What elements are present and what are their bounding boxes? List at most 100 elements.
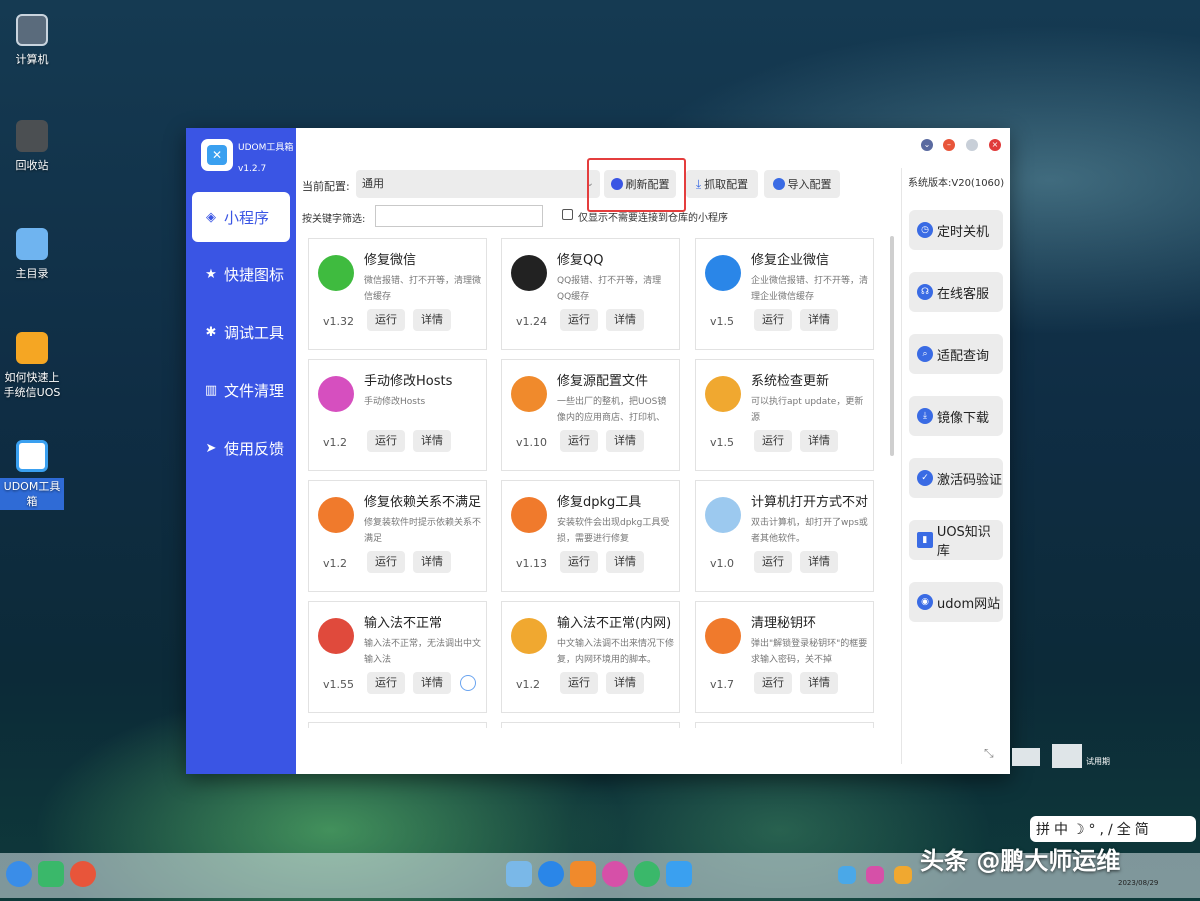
desktop-icon-computer[interactable]: 计算机 xyxy=(0,14,64,67)
resize-grip-icon[interactable]: ⤡ xyxy=(984,746,994,761)
tray-icon[interactable] xyxy=(866,866,884,884)
run-button[interactable]: 运行 xyxy=(367,551,405,573)
show-desktop-icon[interactable] xyxy=(70,861,96,887)
nav-item-debug[interactable]: ✱ 调试工具 xyxy=(192,307,290,357)
detail-button[interactable]: 详情 xyxy=(413,430,451,452)
detail-button[interactable]: 详情 xyxy=(413,551,451,573)
background-window-fragment xyxy=(1012,748,1040,766)
settings-icon[interactable] xyxy=(602,861,628,887)
compat-query-label: 适配查询 xyxy=(937,348,990,364)
applet-title: 修复依赖关系不满足 xyxy=(364,495,482,510)
detail-button[interactable]: 详情 xyxy=(800,551,838,573)
desktop-icon-home[interactable]: 主目录 xyxy=(0,228,64,281)
menu-button[interactable]: ⌄ xyxy=(921,139,933,151)
desktop-icon-label: 计算机 xyxy=(15,53,49,66)
config-select-value: 通用 xyxy=(362,177,384,190)
nav-item-feedback[interactable]: ➤ 使用反馈 xyxy=(192,423,290,473)
browser-icon[interactable] xyxy=(538,861,564,887)
udom-website-button[interactable]: ◉ udom网站 xyxy=(909,582,1003,622)
file-manager-icon[interactable] xyxy=(506,861,532,887)
close-button[interactable]: × xyxy=(989,139,1001,151)
system-version: 系统版本:V20(1060) xyxy=(908,178,1005,189)
run-button[interactable]: 运行 xyxy=(367,309,405,331)
scheduled-shutdown-button[interactable]: ◷ 定时关机 xyxy=(909,210,1003,250)
clock-icon: ◷ xyxy=(917,222,933,238)
applet-description: 修复装软件时提示依赖关系不满足 xyxy=(364,518,482,544)
input-method-bar[interactable]: 拼中☽°,∕全简 xyxy=(1030,816,1196,842)
applet-description: 双击计算机，却打开了wps或者其他软件。 xyxy=(751,518,868,544)
nav-item-shortcuts[interactable]: ★ 快捷图标 xyxy=(192,249,290,299)
run-button[interactable]: 运行 xyxy=(754,430,792,452)
offline-only-label: 仅显示不需要连接到仓库的小程序 xyxy=(578,213,728,224)
applet-title: 输入法不正常(内网) xyxy=(557,616,672,631)
applet-description: 中文输入法调不出来情况下修复，内网环境用的脚本。 xyxy=(557,639,675,665)
desktop-icon-label: 回收站 xyxy=(15,159,49,172)
card-partial xyxy=(308,722,487,728)
desktop-icon-trash[interactable]: 回收站 xyxy=(0,120,64,173)
applet-icon xyxy=(318,376,354,412)
image-download-label: 镜像下载 xyxy=(937,410,990,426)
applet-icon xyxy=(511,255,547,291)
activation-verify-button[interactable]: ✓ 激活码验证 xyxy=(909,458,1003,498)
watermark: 头条 @鹏大师运维 xyxy=(920,847,1121,875)
detail-button[interactable]: 详情 xyxy=(800,309,838,331)
run-button[interactable]: 运行 xyxy=(754,672,792,694)
run-button[interactable]: 运行 xyxy=(367,430,405,452)
detail-button[interactable]: 详情 xyxy=(413,309,451,331)
udom-taskbar-icon[interactable] xyxy=(666,861,692,887)
run-button[interactable]: 运行 xyxy=(754,309,792,331)
run-button[interactable]: 运行 xyxy=(560,672,598,694)
fetch-config-button[interactable]: ⤓ 抓取配置 xyxy=(686,170,758,198)
applet-version: v1.10 xyxy=(516,436,548,449)
nav-item-cleanup[interactable]: ▥ 文件清理 xyxy=(192,365,290,415)
trial-label: 试用期 xyxy=(1086,757,1110,766)
run-button[interactable]: 运行 xyxy=(560,309,598,331)
import-config-button[interactable]: 导入配置 xyxy=(764,170,840,198)
offline-only-checkbox[interactable] xyxy=(562,209,573,220)
detail-button[interactable]: 详情 xyxy=(800,430,838,452)
filter-input[interactable] xyxy=(375,205,543,227)
image-download-button[interactable]: ⤓ 镜像下载 xyxy=(909,396,1003,436)
applet-description: 手动修改Hosts xyxy=(364,397,426,407)
applet-title: 系统检查更新 xyxy=(751,374,830,389)
applet-title: 修复企业微信 xyxy=(751,253,830,268)
desktop-icon-uos-guide[interactable]: 如何快速上手统信UOS xyxy=(0,332,64,400)
book-icon: ▮ xyxy=(917,532,933,548)
config-label: 当前配置: xyxy=(302,180,350,193)
run-button[interactable]: 运行 xyxy=(560,430,598,452)
detail-button[interactable]: 详情 xyxy=(800,672,838,694)
run-button[interactable]: 运行 xyxy=(754,551,792,573)
recycle-icon[interactable] xyxy=(634,861,660,887)
applet-icon xyxy=(318,618,354,654)
detail-button[interactable]: 详情 xyxy=(606,430,644,452)
run-button[interactable]: 运行 xyxy=(367,672,405,694)
sidebar: ✕ UDOM工具箱 v1.2.7 ◈ 小程序 ★ 快捷图标 ✱ 调试工具 ▥ 文… xyxy=(186,128,296,774)
app-store-icon[interactable] xyxy=(570,861,596,887)
udom-website-label: udom网站 xyxy=(937,596,1001,612)
applet-description: 弹出"解锁登录秘钥环"的框要求输入密码，关不掉 xyxy=(751,639,868,665)
online-support-button[interactable]: ☊ 在线客服 xyxy=(909,272,1003,312)
config-select[interactable]: 通用 ⌄ xyxy=(356,170,600,198)
scrollbar[interactable] xyxy=(890,236,894,456)
nav-item-applets[interactable]: ◈ 小程序 xyxy=(192,192,290,242)
run-button[interactable]: 运行 xyxy=(560,551,598,573)
tray-icon[interactable] xyxy=(894,866,912,884)
tray-icon[interactable] xyxy=(838,866,856,884)
applet-card: 修复依赖关系不满足 修复装软件时提示依赖关系不满足 v1.2 运行 详情 xyxy=(308,480,487,592)
panel-divider xyxy=(901,168,902,764)
desktop-icon-udom[interactable]: UDOM工具箱 xyxy=(0,440,64,510)
compat-query-button[interactable]: ⌕ 适配查询 xyxy=(909,334,1003,374)
detail-button[interactable]: 详情 xyxy=(606,309,644,331)
globe-icon[interactable] xyxy=(460,675,476,691)
launcher-icon[interactable] xyxy=(6,861,32,887)
applet-icon xyxy=(705,618,741,654)
headset-icon: ☊ xyxy=(917,284,933,300)
detail-button[interactable]: 详情 xyxy=(606,551,644,573)
multitask-view-icon[interactable] xyxy=(38,861,64,887)
detail-button[interactable]: 详情 xyxy=(413,672,451,694)
nav-label: 快捷图标 xyxy=(224,265,285,284)
uos-knowledge-button[interactable]: ▮ UOS知识库 xyxy=(909,520,1003,560)
detail-button[interactable]: 详情 xyxy=(606,672,644,694)
minimize-button[interactable]: – xyxy=(943,139,955,151)
maximize-button[interactable] xyxy=(966,139,978,151)
